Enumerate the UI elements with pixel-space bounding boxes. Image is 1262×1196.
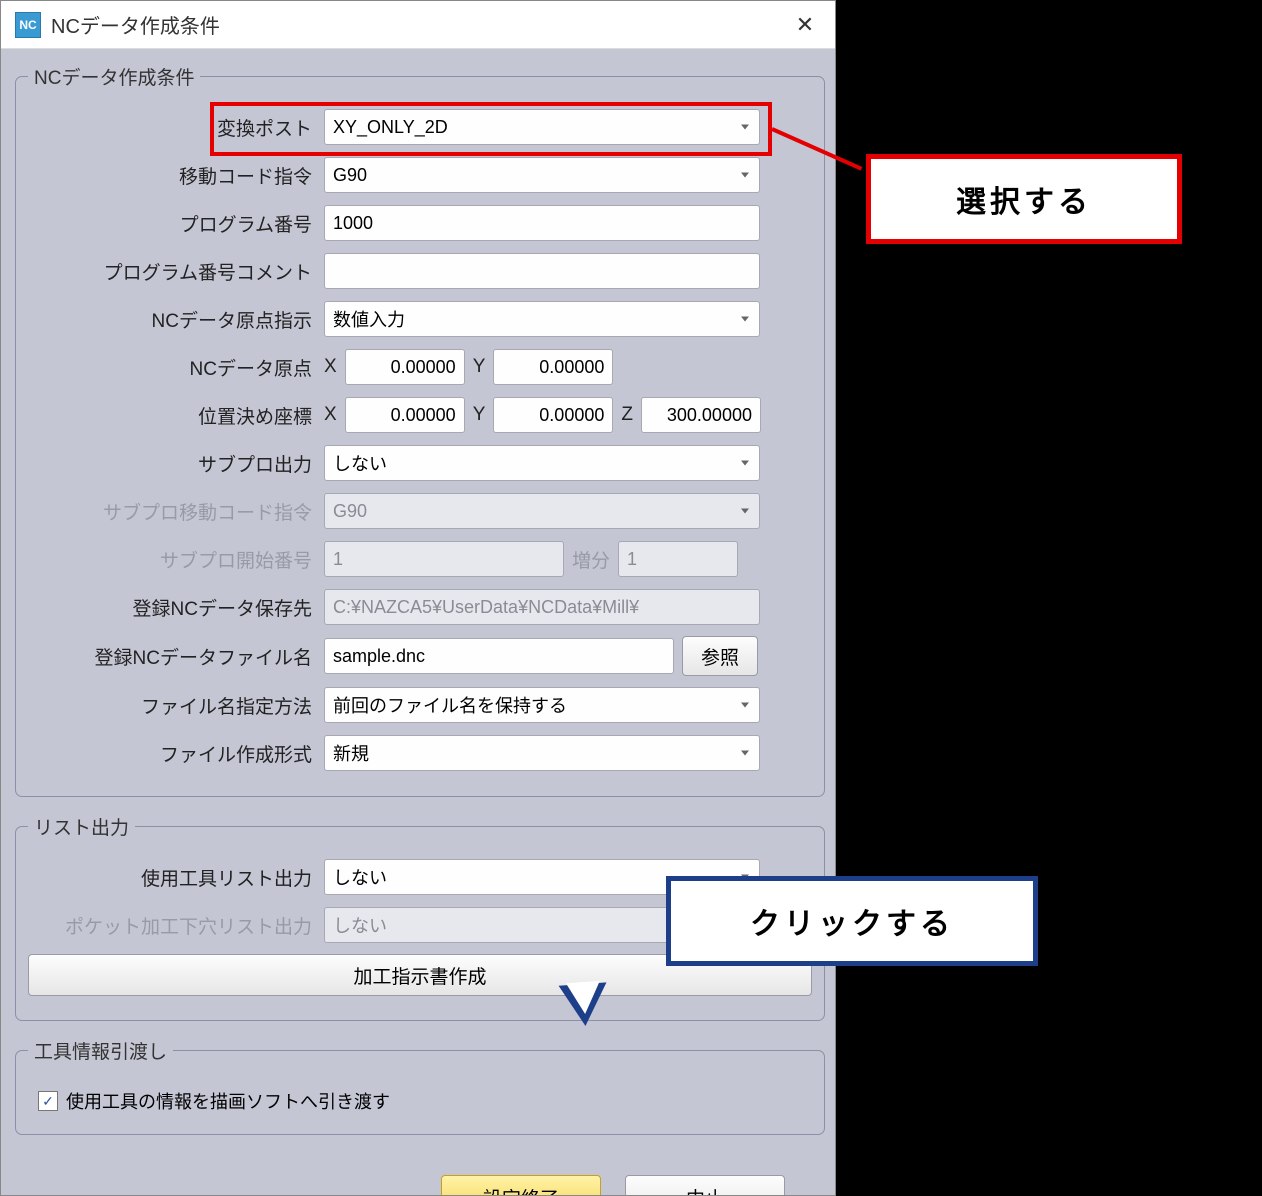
save-path-label: 登録NCデータ保存先	[28, 594, 324, 621]
subpro-start-input: 1	[324, 541, 564, 577]
callout-select: 選択する	[866, 154, 1182, 244]
subpro-move-label: サブプロ移動コード指令	[28, 498, 324, 525]
callout-click: クリックする	[666, 876, 1038, 966]
pass-tool-info-checkbox[interactable]: ✓	[38, 1091, 58, 1111]
axis-z-label: Z	[621, 404, 633, 426]
axis-x-label: X	[324, 404, 337, 426]
pocket-list-label: ポケット加工下穴リスト出力	[28, 912, 324, 939]
close-icon[interactable]: ✕	[775, 1, 835, 48]
dialog-footer: 設定終了 中止	[15, 1151, 825, 1195]
move-code-combo[interactable]: G90	[324, 157, 760, 193]
program-number-label: プログラム番号	[28, 210, 324, 237]
subpro-output-label: サブプロ出力	[28, 450, 324, 477]
group-nc-conditions-legend: NCデータ作成条件	[28, 63, 200, 90]
axis-y-label: Y	[473, 356, 486, 378]
origin-instruction-label: NCデータ原点指示	[28, 306, 324, 333]
file-method-combo[interactable]: 前回のファイル名を保持する	[324, 687, 760, 723]
post-combo[interactable]: XY_ONLY_2D	[324, 109, 760, 145]
increment-label: 増分	[572, 546, 610, 573]
position-x-input[interactable]: 0.00000	[345, 397, 465, 433]
filename-label: 登録NCデータファイル名	[28, 643, 324, 670]
origin-label: NCデータ原点	[28, 354, 324, 381]
app-icon: NC	[15, 12, 41, 38]
program-comment-label: プログラム番号コメント	[28, 258, 324, 285]
subpro-start-label: サブプロ開始番号	[28, 546, 324, 573]
origin-y-input[interactable]: 0.00000	[493, 349, 613, 385]
program-number-input[interactable]: 1000	[324, 205, 760, 241]
save-path-display: C:¥NAZCA5¥UserData¥NCData¥Mill¥	[324, 589, 760, 625]
program-comment-input[interactable]	[324, 253, 760, 289]
file-method-label: ファイル名指定方法	[28, 692, 324, 719]
group-nc-conditions: NCデータ作成条件 変換ポスト XY_ONLY_2D 移動コード指令 G90 プ…	[15, 63, 825, 797]
position-y-input[interactable]: 0.00000	[493, 397, 613, 433]
increment-input: 1	[618, 541, 738, 577]
dialog-body: NCデータ作成条件 変換ポスト XY_ONLY_2D 移動コード指令 G90 プ…	[1, 49, 835, 1195]
dialog-window: NC NCデータ作成条件 ✕ NCデータ作成条件 変換ポスト XY_ONLY_2…	[0, 0, 836, 1196]
position-z-input[interactable]: 300.00000	[641, 397, 761, 433]
ok-button[interactable]: 設定終了	[441, 1175, 601, 1195]
browse-button[interactable]: 参照	[682, 636, 758, 676]
subpro-move-combo: G90	[324, 493, 760, 529]
origin-instruction-combo[interactable]: 数値入力	[324, 301, 760, 337]
file-form-combo[interactable]: 新規	[324, 735, 760, 771]
subpro-output-combo[interactable]: しない	[324, 445, 760, 481]
axis-y-label: Y	[473, 404, 486, 426]
group-list-output-legend: リスト出力	[28, 813, 135, 840]
connector-blue-tri-inner	[566, 981, 602, 1015]
position-label: 位置決め座標	[28, 402, 324, 429]
window-title: NCデータ作成条件	[51, 10, 775, 39]
move-code-label: 移動コード指令	[28, 162, 324, 189]
group-tool-info-legend: 工具情報引渡し	[28, 1037, 173, 1064]
axis-x-label: X	[324, 356, 337, 378]
pass-tool-info-label: 使用工具の情報を描画ソフトへ引き渡す	[66, 1088, 390, 1114]
tool-list-label: 使用工具リスト出力	[28, 864, 324, 891]
origin-x-input[interactable]: 0.00000	[345, 349, 465, 385]
post-label: 変換ポスト	[28, 114, 324, 141]
cancel-button[interactable]: 中止	[625, 1175, 785, 1195]
titlebar: NC NCデータ作成条件 ✕	[1, 1, 835, 49]
group-tool-info: 工具情報引渡し ✓ 使用工具の情報を描画ソフトへ引き渡す	[15, 1037, 825, 1135]
filename-input[interactable]: sample.dnc	[324, 638, 674, 674]
file-form-label: ファイル作成形式	[28, 740, 324, 767]
